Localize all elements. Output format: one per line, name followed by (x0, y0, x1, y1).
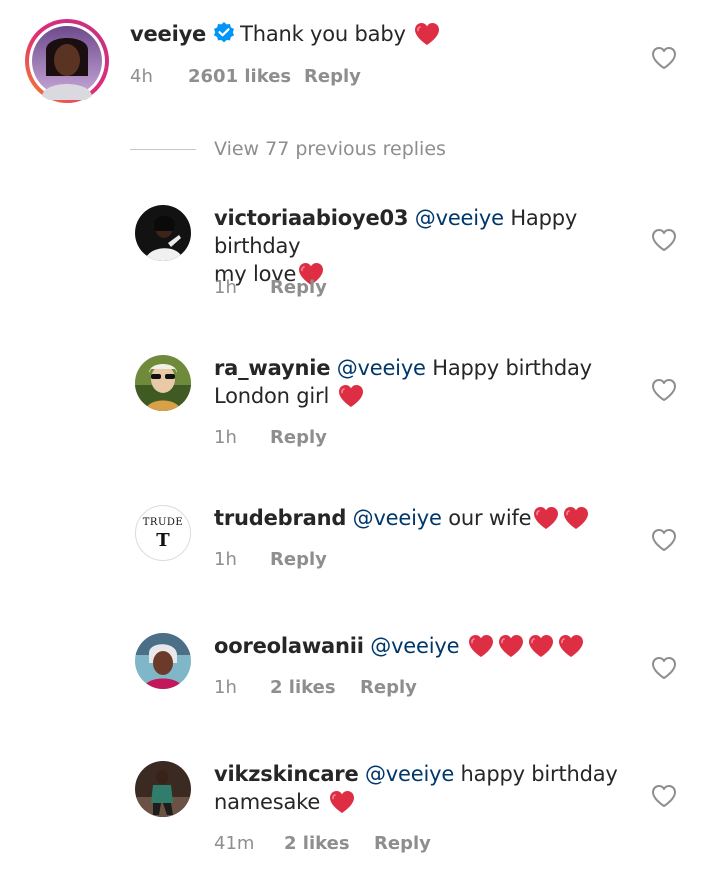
parent-comment-text-line: veeiye Thank you baby (130, 20, 640, 48)
verified-badge-icon (214, 22, 235, 43)
mention-link[interactable]: @veeiye (370, 634, 459, 658)
comment-time: 1h (214, 549, 237, 570)
reply-meta: 1h Reply (214, 277, 327, 298)
red-heart-emoji (414, 22, 440, 46)
reply-text: victoriaabioye03 @veeiye Happy birthday m… (214, 204, 640, 288)
mention-link[interactable]: @veeiye (365, 762, 454, 786)
reply-comment: vikzskincare @veeiye happy birthday names… (0, 746, 720, 866)
reply-body: ooreolawanii @veeiye (214, 632, 640, 660)
replies-divider (130, 148, 196, 150)
avatar-vikzskincare[interactable] (135, 761, 191, 817)
reply-text: vikzskincare @veeiye happy birthday names… (214, 760, 640, 816)
like-count[interactable]: 2 likes (270, 677, 360, 698)
avatar-victoriaabioye03[interactable] (135, 205, 191, 261)
reply-text: ra_waynie @veeiye Happy birthday London g… (214, 354, 640, 410)
username[interactable]: victoriaabioye03 (214, 206, 409, 230)
reply-button[interactable]: Reply (304, 66, 361, 87)
mention-link[interactable]: @veeiye (415, 206, 504, 230)
trude-logo-glyph: T (156, 530, 170, 551)
reply-body: vikzskincare @veeiye happy birthday names… (214, 760, 640, 816)
parent-comment: veeiye Thank you baby 4h 2601 likes Reply (0, 0, 720, 120)
reply-button[interactable]: Reply (270, 277, 327, 298)
reply-text-line1: Happy birthday (432, 356, 592, 380)
reply-comment: victoriaabioye03 @veeiye Happy birthday m… (0, 190, 720, 310)
avatar-trudebrand[interactable]: TRUDE T (135, 505, 191, 561)
reply-body: trudebrand @veeiye our wife (214, 504, 640, 532)
username[interactable]: trudebrand (214, 506, 346, 530)
reply-comment: TRUDE T trudebrand @veeiye our wife 1h Re… (0, 490, 720, 590)
username-veeiye[interactable]: veeiye (130, 22, 206, 46)
comment-time: 1h (214, 677, 237, 698)
reply-text-line1: happy birthday (460, 762, 618, 786)
red-heart-emoji (329, 790, 355, 814)
mention-link[interactable]: @veeiye (337, 356, 426, 380)
reply-meta: 41m 2 likes Reply (214, 833, 431, 854)
reply-button[interactable]: Reply (270, 549, 327, 570)
avatar-ooreolawanii[interactable] (135, 633, 191, 689)
like-heart-icon[interactable] (651, 46, 677, 70)
reply-button[interactable]: Reply (270, 427, 327, 448)
reply-button[interactable]: Reply (374, 833, 431, 854)
mention-link[interactable]: @veeiye (353, 506, 442, 530)
trude-logo-text: TRUDE (142, 517, 184, 528)
like-heart-icon[interactable] (651, 378, 677, 402)
red-heart-emoji (533, 506, 559, 530)
like-count[interactable]: 2 likes (284, 833, 374, 854)
red-heart-emoji (468, 634, 494, 658)
comment-time: 41m (214, 833, 255, 854)
parent-comment-meta: 4h 2601 likes Reply (130, 66, 361, 87)
like-heart-icon[interactable] (651, 656, 677, 680)
red-heart-emoji (558, 634, 584, 658)
avatar-veeiye[interactable] (24, 18, 110, 104)
reply-button[interactable]: Reply (360, 677, 417, 698)
red-heart-emoji (498, 634, 524, 658)
like-heart-icon[interactable] (651, 528, 677, 552)
like-heart-icon[interactable] (651, 228, 677, 252)
parent-comment-text: Thank you baby (240, 22, 406, 46)
reply-text-line2: namesake (214, 790, 321, 814)
comment-time: 1h (214, 277, 237, 298)
username[interactable]: vikzskincare (214, 762, 359, 786)
comment-time: 1h (214, 427, 237, 448)
reply-meta: 1h Reply (214, 549, 327, 570)
red-heart-emoji (563, 506, 589, 530)
reply-text-line1: our wife (448, 506, 532, 530)
red-heart-emoji (528, 634, 554, 658)
reply-body: victoriaabioye03 @veeiye Happy birthday m… (214, 204, 640, 288)
reply-text-line2: London girl (214, 384, 330, 408)
avatar-ra_waynie[interactable] (135, 355, 191, 411)
comment-time: 4h (130, 66, 153, 87)
view-previous-replies[interactable]: View 77 previous replies (130, 136, 446, 162)
reply-text: trudebrand @veeiye our wife (214, 504, 640, 532)
reply-meta: 1h 2 likes Reply (214, 677, 417, 698)
red-heart-emoji (338, 384, 364, 408)
reply-comment: ooreolawanii @veeiye 1h 2 likes Reply (0, 618, 720, 718)
like-count[interactable]: 2601 likes (188, 66, 304, 87)
like-heart-icon[interactable] (651, 784, 677, 808)
reply-comment: ra_waynie @veeiye Happy birthday London g… (0, 340, 720, 460)
username[interactable]: ooreolawanii (214, 634, 364, 658)
view-replies-label[interactable]: View 77 previous replies (214, 138, 446, 160)
reply-text: ooreolawanii @veeiye (214, 632, 640, 660)
parent-comment-body: veeiye Thank you baby (130, 20, 640, 48)
username[interactable]: ra_waynie (214, 356, 330, 380)
reply-body: ra_waynie @veeiye Happy birthday London g… (214, 354, 640, 410)
reply-meta: 1h Reply (214, 427, 327, 448)
